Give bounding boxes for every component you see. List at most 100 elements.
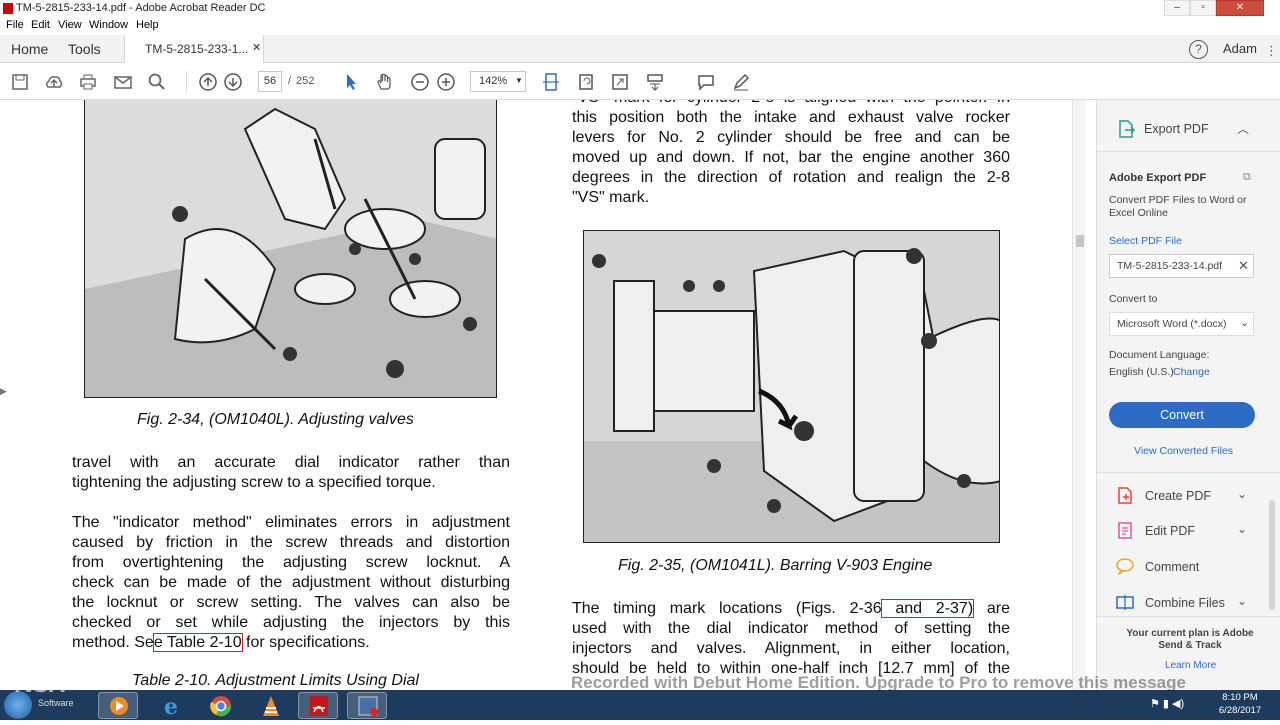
text-line: injectors and valves. Alignment, in eith… [572, 640, 1010, 657]
svg-text:e: e [164, 694, 178, 720]
menu-window[interactable]: Window [89, 19, 128, 31]
text-line: travel with an accurate dial indicator r… [72, 454, 510, 471]
tool-comment[interactable]: Comment [1111, 556, 1271, 578]
comment-bubble-icon [1116, 558, 1134, 575]
tab-document[interactable]: TM-5-2815-233-1... ✕ [124, 35, 264, 63]
search-icon[interactable] [147, 72, 167, 92]
convert-button[interactable]: Convert [1109, 402, 1255, 428]
left-pane-toggle-icon[interactable]: ▶ [0, 386, 7, 397]
panel-scrollbar[interactable] [1269, 500, 1275, 610]
tool-create-pdf[interactable]: Create PDF ⌄ [1111, 485, 1271, 507]
taskbar-media-player[interactable] [98, 692, 138, 719]
upload-cloud-icon[interactable] [44, 72, 64, 92]
paragraph-timing-marks: The timing mark locations (Figs. 2-36 an… [572, 599, 1010, 679]
paragraph-vs-mark: "VS" mark for cylinder 2-8 is aligned wi… [572, 100, 1010, 208]
tool-combine-files[interactable]: Combine Files ⌄ [1111, 592, 1271, 614]
help-icon[interactable]: ? [1189, 40, 1208, 59]
full-screen-icon[interactable] [610, 72, 630, 92]
text-line: The "indicator method" eliminates errors… [72, 514, 510, 531]
taskbar-debut[interactable] [347, 692, 387, 719]
menu-edit[interactable]: Edit [31, 19, 50, 31]
document-language-value: English (U.S.) [1109, 366, 1174, 378]
change-language-link[interactable]: Change [1173, 366, 1210, 378]
restore-button[interactable]: ▫ [1190, 0, 1216, 16]
convert-to-select[interactable]: Microsoft Word (*.docx) ⌄ [1109, 312, 1254, 336]
zoom-in-icon[interactable] [436, 72, 456, 92]
chevron-down-icon: ⌄ [1240, 317, 1250, 329]
convert-to-label: Convert to [1109, 293, 1158, 305]
user-name[interactable]: Adam [1223, 41, 1257, 56]
panel-divider [1097, 472, 1280, 473]
table-2-10-caption: Table 2-10. Adjustment Limits Using Dial [132, 672, 419, 689]
more-icon[interactable]: ⋮ [1265, 43, 1278, 59]
text-line: "VS" mark for cylinder 2-8 is aligned wi… [572, 100, 1010, 108]
table-2-10-link[interactable]: e Table 2-10 [152, 633, 243, 652]
pen-icon[interactable] [731, 72, 751, 92]
rotate-icon[interactable] [576, 72, 596, 92]
menu-view[interactable]: View [58, 19, 82, 31]
email-icon[interactable] [113, 72, 133, 92]
vlc-icon [263, 696, 279, 716]
document-viewer[interactable]: ▶ Fig. 2-34, (OM1040L). Adjusting valves [0, 100, 1096, 690]
selected-file-field[interactable]: TM-5-2815-233-14.pdf ✕ [1109, 254, 1254, 278]
edit-pdf-icon [1118, 522, 1132, 539]
scroll-mode-icon[interactable] [645, 72, 665, 92]
panel-divider [1097, 616, 1280, 617]
tray-icons[interactable]: ⚑ ▮ ◀) [1150, 697, 1184, 710]
hand-tool-icon[interactable] [375, 72, 395, 92]
text-span: for specifications. [241, 634, 370, 651]
menu-file[interactable]: File [6, 19, 24, 31]
page-number-input[interactable]: 56 [258, 71, 282, 92]
zoom-select[interactable]: 142% ▼ [470, 71, 526, 92]
menu-help[interactable]: Help [136, 19, 159, 31]
text-line: used with the dial indicator method of s… [572, 620, 1010, 637]
text-line: moved up and down. If not, bar the engin… [572, 149, 1010, 166]
taskbar-internet-explorer[interactable]: e [151, 692, 191, 720]
tab-tools[interactable]: Tools [68, 41, 101, 57]
select-pdf-file-label: Select PDF File [1109, 235, 1182, 247]
taskbar-vlc[interactable] [250, 692, 290, 719]
export-pdf-icon [1119, 120, 1135, 138]
minimize-button[interactable]: – [1164, 0, 1190, 16]
figure-barring-engine [583, 230, 1000, 543]
zoom-out-icon[interactable] [410, 72, 430, 92]
figs-2-37-link[interactable]: and 2-37) [880, 599, 975, 618]
chevron-up-icon[interactable]: ︿ [1237, 120, 1249, 137]
tab-close-icon[interactable]: ✕ [252, 41, 261, 54]
copy-icon[interactable]: ⧉ [1243, 171, 1251, 184]
chevron-down-icon[interactable]: ⌄ [1237, 522, 1247, 536]
close-button[interactable]: ✕ [1216, 0, 1264, 16]
taskbar-chrome[interactable] [200, 692, 240, 719]
create-pdf-icon [1118, 487, 1132, 504]
print-icon[interactable] [78, 72, 98, 92]
tab-document-label: TM-5-2815-233-1... [145, 42, 249, 56]
save-icon[interactable] [10, 72, 30, 92]
tool-edit-pdf[interactable]: Edit PDF ⌄ [1111, 520, 1271, 542]
clock-time[interactable]: 8:10 PM [1215, 692, 1265, 703]
remove-file-icon[interactable]: ✕ [1238, 258, 1249, 274]
fit-page-icon[interactable] [541, 72, 561, 92]
scrollbar-thumb[interactable] [1076, 235, 1084, 247]
clock-date[interactable]: 6/28/2017 [1211, 705, 1269, 716]
comment-icon[interactable] [696, 72, 716, 92]
view-converted-files-link[interactable]: View Converted Files [1134, 445, 1233, 457]
page-separator: / [288, 75, 292, 87]
menu-bar: File Edit View Window Help [0, 17, 1280, 35]
chevron-down-icon: ▼ [515, 76, 523, 85]
tool-label: Combine Files [1145, 596, 1225, 610]
taskbar-acrobat[interactable] [298, 692, 338, 719]
vertical-scrollbar[interactable] [1072, 100, 1086, 690]
page-down-icon[interactable] [223, 72, 243, 92]
ie-icon: e [164, 694, 178, 720]
chevron-down-icon[interactable]: ⌄ [1237, 487, 1247, 501]
paragraph-indicator-method: The "indicator method" eliminates errors… [72, 513, 510, 653]
document-language-label: Document Language: [1109, 349, 1210, 361]
tab-home[interactable]: Home [11, 41, 48, 57]
export-pdf-header[interactable]: Export PDF ︿ [1097, 100, 1280, 152]
select-cursor-icon[interactable] [341, 72, 361, 92]
chevron-down-icon[interactable]: ⌄ [1237, 594, 1247, 608]
tool-label: Create PDF [1145, 489, 1211, 503]
nch-logo-sub: Software [38, 698, 74, 708]
learn-more-link[interactable]: Learn More [1165, 660, 1216, 671]
page-up-icon[interactable] [198, 72, 218, 92]
